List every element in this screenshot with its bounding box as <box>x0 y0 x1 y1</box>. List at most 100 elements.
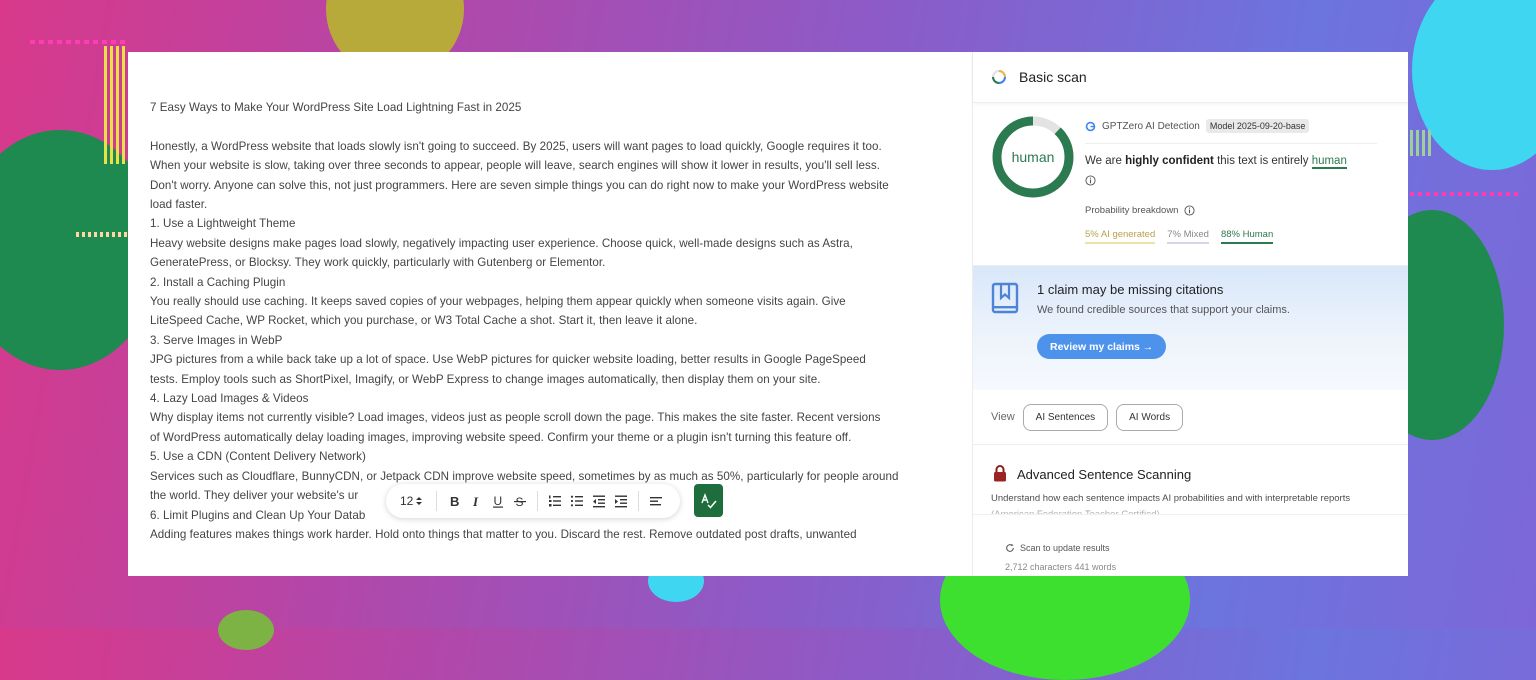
lock-icon <box>994 465 1006 482</box>
bullet-list-icon <box>571 495 584 507</box>
claims-title: 1 claim may be missing citations <box>1037 282 1224 297</box>
view-selector: View AI Sentences AI Words <box>973 390 1408 445</box>
bold-button[interactable]: B <box>443 490 465 512</box>
app-card: 7 Easy Ways to Make Your WordPress Site … <box>128 52 1408 576</box>
spellcheck-icon <box>700 492 717 509</box>
bg-dash-top <box>30 40 128 44</box>
formatting-toolbar: 12 B I U S <box>386 484 680 518</box>
font-size-value: 12 <box>400 494 414 508</box>
verdict-label: human <box>1311 155 1347 169</box>
detector-row: GPTZero AI Detection Model 2025-09-20-ba… <box>1085 119 1310 133</box>
bold-icon: B <box>450 494 459 508</box>
ordered-list-button[interactable] <box>544 490 566 512</box>
bg-stripes-left <box>104 46 126 164</box>
ai-check-button[interactable] <box>694 484 723 517</box>
google-icon <box>1085 121 1096 131</box>
divider <box>1085 143 1377 144</box>
advanced-title: Advanced Sentence Scanning <box>1017 467 1192 482</box>
verdict-text: We are highly confident this text is ent… <box>1085 155 1347 169</box>
updown-icon <box>416 497 423 505</box>
italic-icon: I <box>472 494 479 508</box>
bullet-list-button[interactable] <box>566 490 588 512</box>
claims-subtitle: We found credible sources that support y… <box>1037 304 1290 316</box>
scan-update-button[interactable]: Scan to update results <box>1005 543 1110 553</box>
font-size-select[interactable]: 12 <box>400 494 423 508</box>
document-line: 3. Serve Images in WebP <box>150 333 283 347</box>
toolbar-divider <box>436 491 438 511</box>
scan-spinner-icon <box>992 70 1006 84</box>
document-line: LiteSpeed Cache, WP Rocket, which you pu… <box>150 314 698 328</box>
document-line: Why display items not currently visible?… <box>150 411 881 425</box>
document-line: 2. Install a Caching Plugin <box>150 275 286 289</box>
result-label: human <box>1011 149 1055 165</box>
document-line: When your website is slow, taking over t… <box>150 159 880 173</box>
detector-name: GPTZero AI Detection <box>1102 120 1200 132</box>
info-icon[interactable] <box>1184 205 1196 216</box>
document-line: Adding features makes things work harder… <box>150 527 857 541</box>
document-line: 5. Use a CDN (Content Delivery Network) <box>150 450 366 464</box>
document-line: tests. Employ tools such as ShortPixel, … <box>150 372 821 386</box>
advanced-scanning-section: Advanced Sentence Scanning Understand ho… <box>973 445 1408 521</box>
review-claims-button[interactable]: Review my claims → <box>1037 334 1167 359</box>
bg-dash-left <box>76 232 128 237</box>
info-icon[interactable] <box>1085 175 1096 186</box>
underline-button[interactable]: U <box>487 490 509 512</box>
refresh-icon <box>1006 543 1014 552</box>
document-line: You really should use caching. It keeps … <box>150 295 846 309</box>
indent-button[interactable] <box>610 490 632 512</box>
strikethrough-icon: S <box>514 495 527 508</box>
prob-mixed: 7% Mixed <box>1167 229 1209 244</box>
document-line: 4. Lazy Load Images & Videos <box>150 392 309 406</box>
svg-text:U: U <box>494 494 503 508</box>
scan-update-label: Scan to update results <box>1020 543 1110 553</box>
outdent-icon <box>593 495 606 508</box>
verdict-middle: this text is entirely <box>1217 155 1309 167</box>
align-left-button[interactable] <box>645 490 667 512</box>
outdent-button[interactable] <box>588 490 610 512</box>
document-line: Heavy website designs make pages load sl… <box>150 236 853 250</box>
probability-breakdown: Probability breakdown <box>1085 205 1196 216</box>
character-word-count: 2,712 characters 441 words <box>1005 562 1117 572</box>
document-line: GeneratePress, or Blocksy. They work qui… <box>150 256 606 270</box>
result-section: human GPTZero AI Detection Model 2025-09… <box>973 103 1408 266</box>
align-left-icon <box>650 497 663 506</box>
probability-values: 5% AI generated 7% Mixed 88% Human <box>1085 229 1274 244</box>
document-text[interactable]: 7 Easy Ways to Make Your WordPress Site … <box>150 98 960 544</box>
probability-title: Probability breakdown <box>1085 205 1179 216</box>
model-badge: Model 2025-09-20-base <box>1205 119 1310 133</box>
bg-circle-olive-bottom <box>218 610 274 650</box>
ai-words-button[interactable]: AI Words <box>1116 403 1184 431</box>
bg-stripes-right <box>1410 130 1432 156</box>
ai-detection-panel: Basic scan human GPTZero AI Detection Mo… <box>972 52 1408 576</box>
underline-icon: U <box>493 494 504 508</box>
document-line: load faster. <box>150 198 208 212</box>
verdict-prefix: We are <box>1085 155 1122 167</box>
document-line: 1. Use a Lightweight Theme <box>150 217 296 231</box>
indent-icon <box>615 495 628 508</box>
bg-dash-right <box>1410 192 1518 196</box>
panel-footer: Scan to update results 2,712 characters … <box>973 514 1408 576</box>
text-editor[interactable]: 7 Easy Ways to Make Your WordPress Site … <box>128 52 972 576</box>
document-line: Honestly, a WordPress website that loads… <box>150 139 882 153</box>
document-line: JPG pictures from a while back take up a… <box>150 353 866 367</box>
document-line: Don't worry. Anyone can solve this, not … <box>150 178 889 192</box>
prob-human: 88% Human <box>1220 229 1274 244</box>
citations-section: 1 claim may be missing citations We foun… <box>973 266 1408 390</box>
panel-title: Basic scan <box>1019 69 1087 85</box>
svg-text:B: B <box>450 494 459 508</box>
svg-text:I: I <box>472 494 479 508</box>
view-label: View <box>991 411 1015 423</box>
document-line: 7 Easy Ways to Make Your WordPress Site … <box>150 101 522 114</box>
book-icon <box>991 282 1019 314</box>
document-line: of WordPress automatically delay loading… <box>150 430 852 444</box>
panel-header: Basic scan <box>973 52 1408 103</box>
verdict-confidence: highly confident <box>1125 155 1214 167</box>
toolbar-divider <box>638 491 640 511</box>
ai-sentences-button[interactable]: AI Sentences <box>1022 403 1109 431</box>
prob-ai: 5% AI generated <box>1085 229 1156 244</box>
strikethrough-button[interactable]: S <box>509 490 531 512</box>
ordered-list-icon <box>549 495 562 507</box>
toolbar-divider <box>537 491 539 511</box>
italic-button[interactable]: I <box>465 490 487 512</box>
